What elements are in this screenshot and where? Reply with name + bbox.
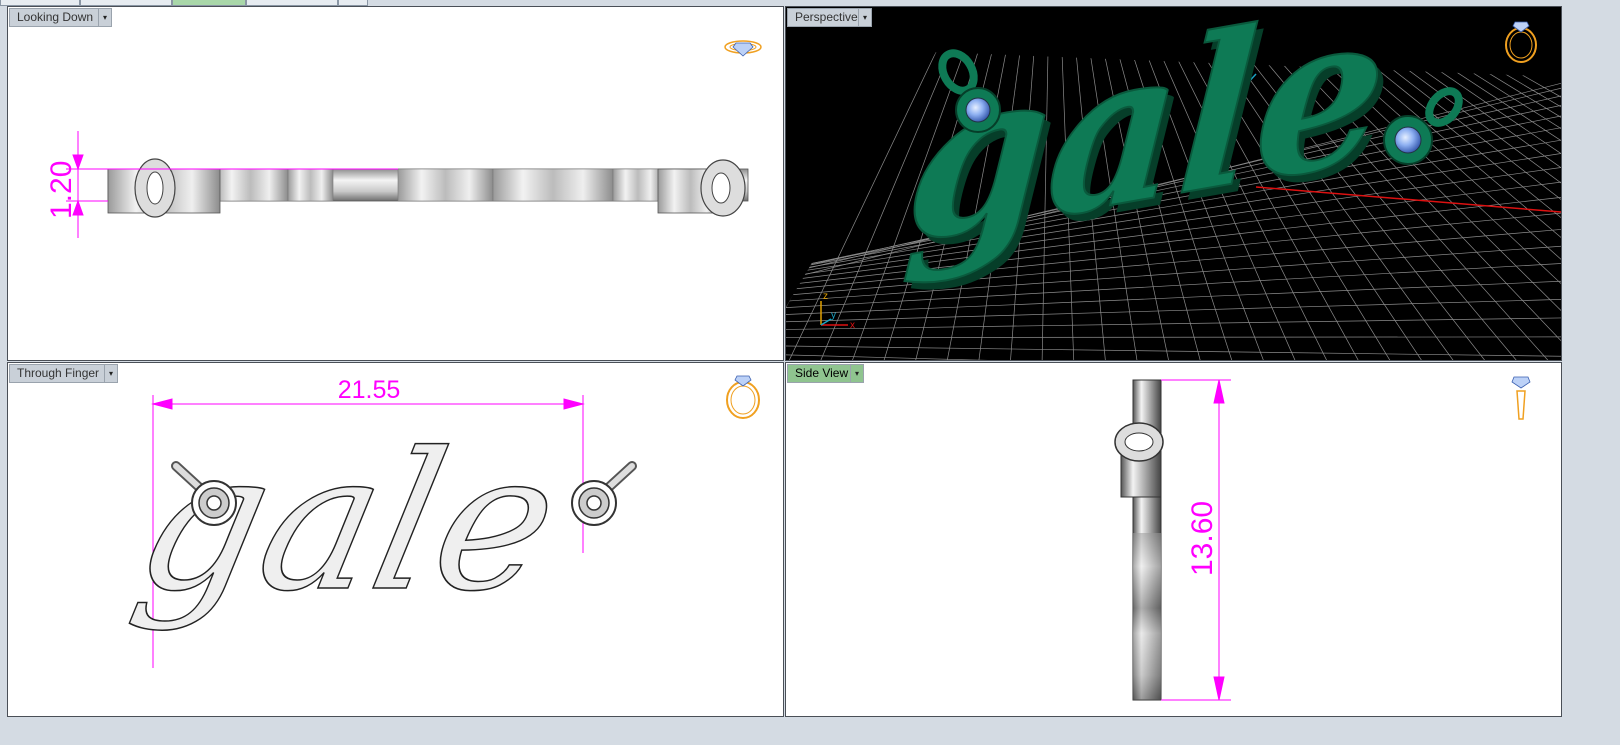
dimension-label-width: 21.55 <box>338 376 401 404</box>
side-view-canvas: 13.60 <box>1114 376 1531 701</box>
dimension-label-height: 13.60 <box>1186 501 1219 576</box>
ring-side-icon <box>1511 376 1531 420</box>
ring-front-icon <box>726 375 760 419</box>
viewport-menu-dropdown[interactable]: ▾ <box>850 364 864 383</box>
axis-label-x: x <box>850 320 855 331</box>
ring-top-icon <box>724 40 762 57</box>
ring-perspective-icon <box>1505 21 1537 63</box>
viewport-menu-dropdown[interactable]: ▾ <box>104 364 118 383</box>
viewport-menu-dropdown[interactable]: ▾ <box>98 8 112 27</box>
through-finger-canvas: 21.55 gale <box>120 375 760 668</box>
viewport-through-finger[interactable]: 21.55 gale Through Finger ▾ <box>7 362 784 717</box>
bail-right <box>571 461 637 526</box>
bail-right <box>1383 87 1463 165</box>
viewport-side-view[interactable]: 13.60 Side View ▾ <box>785 362 1562 717</box>
viewport-label-through-finger[interactable]: Through Finger <box>9 364 110 383</box>
dimension-label-thickness: 1.20 <box>45 161 78 219</box>
gem-right <box>1394 126 1422 154</box>
viewport-looking-down[interactable]: 1.20 Looking Down ▾ <box>7 6 784 361</box>
axis-label-y: y <box>831 310 836 321</box>
gem-left <box>965 97 991 123</box>
viewport-label-looking-down[interactable]: Looking Down <box>9 8 104 27</box>
viewport-perspective[interactable]: gale gale z y x Perspective ▾ <box>785 6 1562 361</box>
viewport-menu-dropdown[interactable]: ▾ <box>858 8 872 27</box>
axis-label-z: z <box>823 291 828 302</box>
viewport-label-side-view[interactable]: Side View <box>787 364 859 383</box>
perspective-canvas: gale gale z y x <box>786 7 1561 360</box>
looking-down-canvas: 1.20 <box>45 40 762 238</box>
viewport-label-perspective[interactable]: Perspective <box>787 8 868 27</box>
model-gale-outline: gale <box>121 413 576 634</box>
